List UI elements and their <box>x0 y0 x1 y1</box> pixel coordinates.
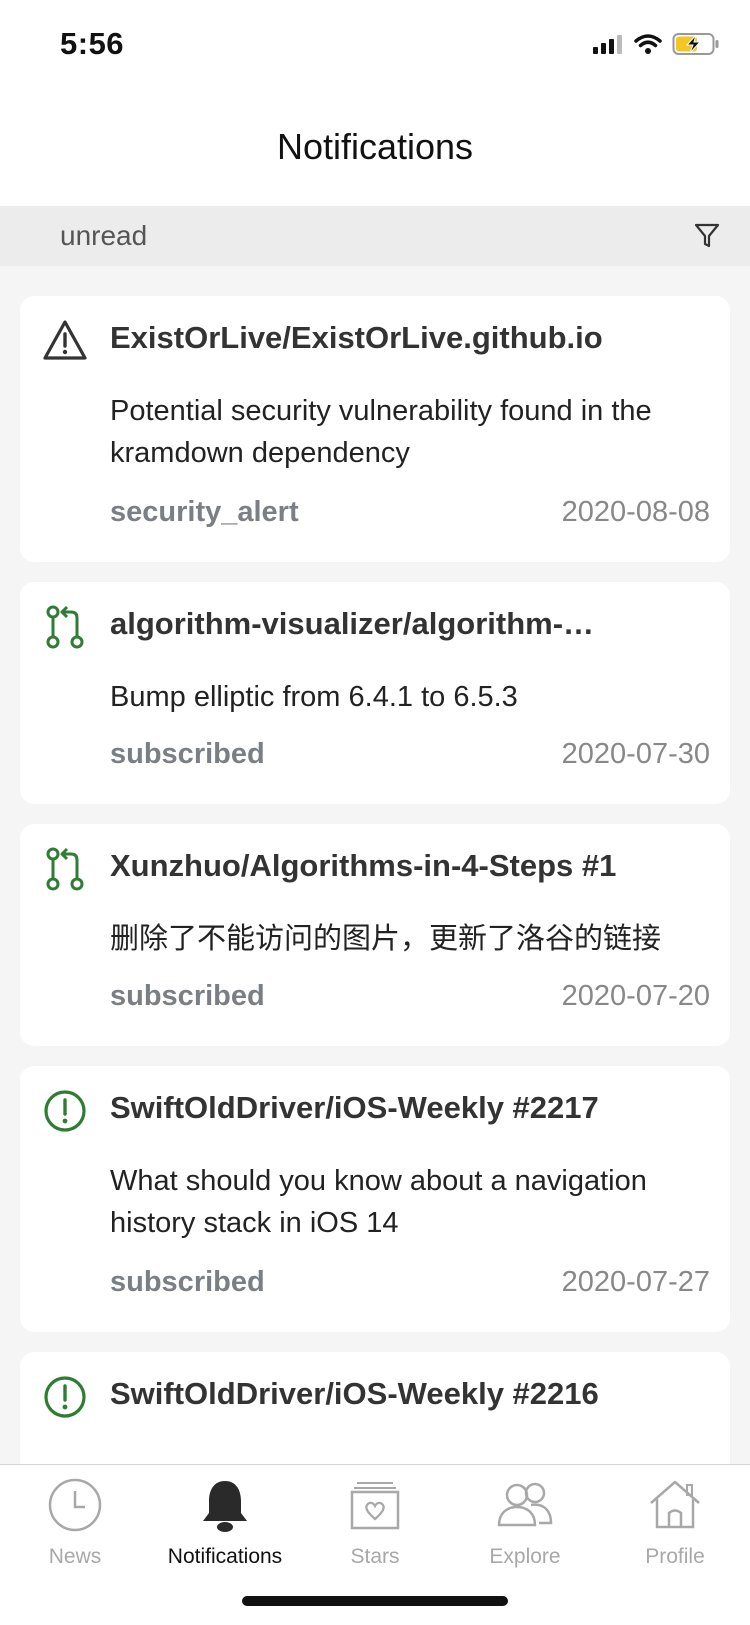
notification-reason: security_alert <box>110 496 299 528</box>
notification-body: 删除了不能访问的图片，更新了洛谷的链接 <box>110 923 662 955</box>
filter-label[interactable]: unread <box>60 220 147 252</box>
tab-notifications-label: Notifications <box>167 1545 283 1568</box>
notification-title: SwiftOldDriver/iOS-Weekly #2217 <box>110 1090 599 1125</box>
cellular-signal-icon <box>593 35 622 54</box>
wifi-icon <box>634 34 662 54</box>
status-bar: 5:56 <box>0 0 750 92</box>
tab-profile[interactable]: Profile <box>600 1465 750 1575</box>
notification-date: 2020-08-08 <box>561 496 710 528</box>
issue-opened-icon <box>44 1376 86 1418</box>
notification-card[interactable]: SwiftOldDriver/iOS-Weekly #2216 <box>20 1352 730 1464</box>
notification-reason: subscribed <box>110 980 265 1012</box>
notification-card[interactable]: Xunzhuo/Algorithms-in-4-Steps #1 删除了不能访问… <box>20 824 730 1046</box>
navigation-bar: Notifications <box>0 92 750 206</box>
notification-card[interactable]: algorithm-visualizer/algorithm-… Bump el… <box>20 582 730 804</box>
notification-list[interactable]: ExistOrLive/ExistOrLive.github.io Potent… <box>0 296 750 1464</box>
clock-icon <box>48 1478 102 1532</box>
notification-card[interactable]: SwiftOldDriver/iOS-Weekly #2217 What sho… <box>20 1066 730 1332</box>
notification-title: SwiftOldDriver/iOS-Weekly #2216 <box>110 1376 599 1411</box>
status-icons <box>592 32 720 56</box>
notification-title: algorithm-visualizer/algorithm-… <box>110 606 595 641</box>
pull-request-icon <box>46 605 84 649</box>
tab-notifications[interactable]: Notifications <box>150 1465 300 1575</box>
pull-request-icon <box>46 847 84 891</box>
notification-body: What should you know about a navigation … <box>110 1165 647 1239</box>
notification-body: Bump elliptic from 6.4.1 to 6.5.3 <box>110 681 518 713</box>
tab-profile-label: Profile <box>645 1545 705 1568</box>
issue-opened-icon <box>44 1090 86 1132</box>
notification-date: 2020-07-27 <box>561 1266 710 1298</box>
tab-explore-label: Explore <box>489 1545 561 1568</box>
notification-date: 2020-07-20 <box>561 980 710 1012</box>
home-indicator[interactable] <box>242 1596 508 1606</box>
page-title: Notifications <box>276 126 474 167</box>
tab-stars-label: Stars <box>350 1545 400 1568</box>
notification-title: ExistOrLive/ExistOrLive.github.io <box>110 320 603 355</box>
heart-box-icon <box>350 1482 400 1530</box>
tab-news-label: News <box>48 1545 102 1568</box>
bell-icon <box>203 1481 247 1532</box>
house-icon <box>650 1480 700 1529</box>
people-icon <box>497 1482 553 1527</box>
battery-charging-icon <box>672 33 719 55</box>
filter-icon[interactable] <box>694 222 720 250</box>
notification-title: Xunzhuo/Algorithms-in-4-Steps #1 <box>110 848 617 883</box>
notification-reason: subscribed <box>110 1266 265 1298</box>
alert-triangle-icon <box>43 320 87 360</box>
status-time: 5:56 <box>60 26 125 61</box>
tab-stars[interactable]: Stars <box>300 1465 450 1575</box>
notification-body: Potential security vulnerability found i… <box>110 395 652 469</box>
filter-bar[interactable]: unread <box>0 206 750 266</box>
tab-explore[interactable]: Explore <box>450 1465 600 1575</box>
notification-date: 2020-07-30 <box>561 738 710 770</box>
notification-card[interactable]: ExistOrLive/ExistOrLive.github.io Potent… <box>20 296 730 562</box>
tab-news[interactable]: News <box>0 1465 150 1575</box>
notification-reason: subscribed <box>110 738 265 770</box>
